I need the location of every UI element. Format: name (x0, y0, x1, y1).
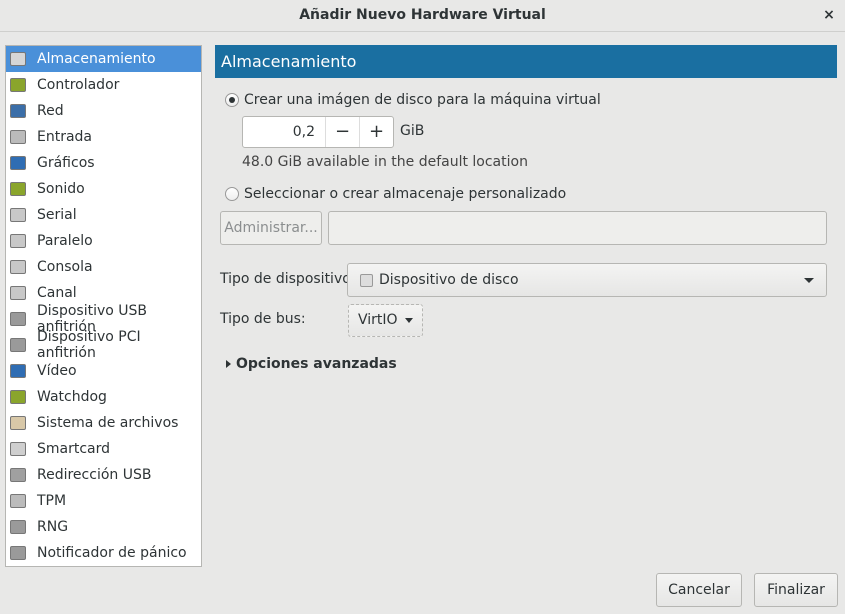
panic-icon (10, 546, 26, 560)
usb-device-icon (10, 312, 26, 326)
sidebar-item-label: Consola (37, 259, 93, 275)
sidebar-item[interactable]: Redirección USB (6, 462, 201, 488)
create-disk-radio[interactable]: Crear una imágen de disco para la máquin… (225, 92, 601, 108)
chip-icon (10, 494, 26, 508)
sidebar-item-label: Sistema de archivos (37, 415, 179, 431)
bus-type-label: Tipo de bus: (220, 311, 306, 327)
pci-card-icon (10, 78, 26, 92)
bus-type-value: VirtIO (358, 312, 398, 328)
sidebar-item[interactable]: Dispositivo PCI anfitrión (6, 329, 201, 361)
increase-button[interactable]: + (359, 117, 393, 147)
radio-checked-icon (225, 93, 239, 107)
manage-button[interactable]: Administrar... (220, 211, 322, 245)
pci-device-icon (10, 338, 26, 352)
sidebar-item[interactable]: Smartcard (6, 436, 201, 462)
sidebar-item[interactable]: RNG (6, 514, 201, 540)
bus-type-dropdown[interactable]: VirtIO (348, 304, 423, 337)
sidebar-item[interactable]: Entrada (6, 124, 201, 150)
custom-storage-label: Seleccionar o crear almacenaje personali… (244, 186, 567, 202)
sidebar-item-label: TPM (37, 493, 67, 509)
disk-size-spinner[interactable]: 0,2 − + (242, 116, 394, 148)
disk-icon (360, 273, 373, 287)
sidebar-item-label: Vídeo (37, 363, 77, 379)
sidebar-item-label: RNG (37, 519, 69, 535)
sound-card-icon (10, 182, 26, 196)
sidebar-item[interactable]: Sonido (6, 176, 201, 202)
parallel-port-icon (10, 234, 26, 248)
sidebar-item-label: Redirección USB (37, 467, 152, 483)
sidebar-item[interactable]: TPM (6, 488, 201, 514)
cancel-button[interactable]: Cancelar (656, 573, 742, 607)
create-disk-label: Crear una imágen de disco para la máquin… (244, 92, 601, 108)
sidebar-item-label: Serial (37, 207, 77, 223)
finish-button[interactable]: Finalizar (754, 573, 838, 607)
sidebar-item-label: Entrada (37, 129, 93, 145)
expander-arrow-icon (226, 360, 231, 368)
sidebar-item[interactable]: Watchdog (6, 384, 201, 410)
storage-path-input[interactable] (328, 211, 827, 245)
usb-redirect-icon (10, 468, 26, 482)
device-type-value: Dispositivo de disco (379, 272, 519, 288)
sidebar-item[interactable]: Sistema de archivos (6, 410, 201, 436)
sidebar-item[interactable]: Serial (6, 202, 201, 228)
chevron-down-icon (804, 278, 814, 283)
device-type-dropdown[interactable]: Dispositivo de disco (347, 263, 827, 297)
window-title: Añadir Nuevo Hardware Virtual (299, 7, 546, 23)
folder-icon (10, 416, 26, 430)
sidebar-item[interactable]: Red (6, 98, 201, 124)
sidebar-item-label: Controlador (37, 77, 120, 93)
section-header: Almacenamiento (215, 45, 837, 78)
sidebar-item[interactable]: Vídeo (6, 358, 201, 384)
monitor-icon (10, 156, 26, 170)
close-icon[interactable]: × (819, 0, 839, 30)
watchdog-icon (10, 390, 26, 404)
custom-storage-radio[interactable]: Seleccionar o crear almacenaje personali… (225, 186, 566, 202)
mouse-icon (10, 130, 26, 144)
advanced-options-label: Opciones avanzadas (236, 356, 397, 372)
sidebar-item-label: Sonido (37, 181, 85, 197)
title-bar: Añadir Nuevo Hardware Virtual × (0, 0, 845, 32)
size-unit: GiB (400, 123, 425, 139)
network-icon (10, 104, 26, 118)
console-port-icon (10, 260, 26, 274)
video-icon (10, 364, 26, 378)
sidebar-item[interactable]: Almacenamiento (6, 46, 201, 72)
smartcard-icon (10, 442, 26, 456)
sidebar-item[interactable]: Gráficos (6, 150, 201, 176)
sidebar-item-label: Dispositivo PCI anfitrión (37, 329, 141, 361)
chevron-down-icon (405, 317, 414, 323)
sidebar-item-label: Red (37, 103, 64, 119)
sidebar-item-label: Gráficos (37, 155, 95, 171)
advanced-options-expander[interactable]: Opciones avanzadas (226, 356, 397, 372)
rng-icon (10, 520, 26, 534)
hardware-type-list[interactable]: Almacenamiento Controlador Red Entrada Gráfi… (5, 45, 202, 567)
sidebar-item-label: Paralelo (37, 233, 93, 249)
sidebar-item[interactable]: Notificador de pánico (6, 540, 201, 566)
sidebar-item-label: Watchdog (37, 389, 107, 405)
sidebar-item-label: Notificador de pánico (37, 545, 187, 561)
sidebar-item[interactable]: Paralelo (6, 228, 201, 254)
disk-icon (10, 52, 26, 66)
disk-size-input[interactable]: 0,2 (243, 117, 325, 147)
sidebar-item-label: Canal (37, 285, 77, 301)
serial-port-icon (10, 208, 26, 222)
channel-port-icon (10, 286, 26, 300)
device-type-label: Tipo de dispositivo: (220, 271, 356, 287)
sidebar-item-label: Almacenamiento (37, 51, 156, 67)
decrease-button[interactable]: − (325, 117, 359, 147)
radio-unchecked-icon (225, 187, 239, 201)
sidebar-item[interactable]: Controlador (6, 72, 201, 98)
available-space-text: 48.0 GiB available in the default locati… (242, 154, 528, 170)
sidebar-item-label: Smartcard (37, 441, 111, 457)
sidebar-item[interactable]: Consola (6, 254, 201, 280)
